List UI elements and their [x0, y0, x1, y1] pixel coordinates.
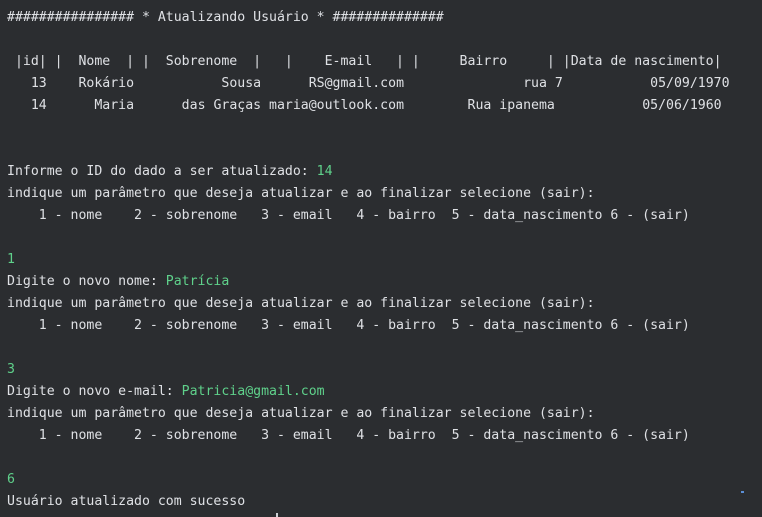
console-output[interactable]: ################ * Atualizando Usuário *… [0, 0, 762, 517]
cell-data-nascimento: 05/06/1960 [554, 98, 722, 113]
text-cursor-icon [276, 513, 278, 517]
prompt-id-label: Informe o ID do dado a ser atualizado: [7, 164, 317, 179]
prompt-id-line: Informe o ID do dado a ser atualizado: 1… [7, 163, 762, 185]
cell-bairro: rua 7 [404, 76, 563, 91]
table-row: 14 Maria das Graças maria@outlook.com Ru… [7, 97, 762, 119]
success-message: Usuário atualizado com sucesso [7, 494, 246, 509]
options-menu: 1 - nome 2 - sobrenome 3 - email 4 - bai… [7, 318, 690, 333]
choice-input: 3 [7, 362, 15, 377]
choice-input: 1 [7, 252, 15, 267]
choice-input: 6 [7, 472, 15, 487]
prompt-nome-label: Digite o novo nome: [7, 274, 166, 289]
input-nome-value: Patrícia [165, 274, 230, 289]
cell-nome: Maria [46, 98, 135, 113]
cell-data-nascimento: 05/09/1970 [562, 76, 730, 91]
param-prompt: indique um parâmetro que deseja atualiza… [7, 186, 595, 201]
cell-id: 14 [7, 98, 47, 113]
header-banner: ################ * Atualizando Usuário *… [7, 10, 444, 25]
cell-nome: Rokário [46, 76, 135, 91]
param-prompt: indique um parâmetro que deseja atualiza… [7, 406, 595, 421]
scroll-indicator-icon [741, 491, 744, 493]
table-header: |id| | Nome | | Sobrenome | | E-mail | |… [7, 54, 722, 69]
options-menu: 1 - nome 2 - sobrenome 3 - email 4 - bai… [7, 208, 690, 223]
cell-sobrenome: das Graças [134, 98, 262, 113]
cell-email: RS@gmail.com [261, 76, 405, 91]
prompt-email-label: Digite o novo e-mail: [7, 384, 182, 399]
cell-sobrenome: Sousa [134, 76, 262, 91]
prompt-nome-line: Digite o novo nome: Patrícia [7, 273, 762, 295]
cell-email: maria@outlook.com [261, 98, 405, 113]
options-menu: 1 - nome 2 - sobrenome 3 - email 4 - bai… [7, 428, 690, 443]
input-id-value: 14 [316, 164, 333, 179]
param-prompt: indique um parâmetro que deseja atualiza… [7, 296, 595, 311]
cell-id: 13 [7, 76, 47, 91]
table-row: 13 Rokário Sousa RS@gmail.com rua 7 05/0… [7, 75, 762, 97]
cell-bairro: Rua ipanema [404, 98, 555, 113]
input-email-value: Patricia@gmail.com [181, 384, 325, 399]
prompt-email-line: Digite o novo e-mail: Patricia@gmail.com [7, 383, 762, 405]
